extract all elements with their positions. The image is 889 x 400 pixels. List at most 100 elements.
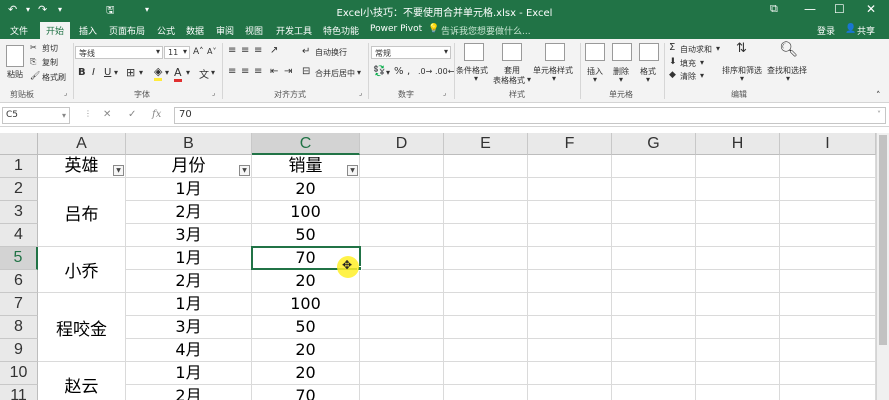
decrease-indent-icon[interactable]: ⇤ [270,66,278,77]
insert-cells-icon[interactable] [585,43,605,61]
cell-sales[interactable]: 20 [252,178,360,201]
empty-cell[interactable] [360,362,444,385]
chevron-down-icon[interactable]: ▾ [165,68,169,77]
merge-center-button[interactable]: 合并后居中 [315,68,355,79]
align-right-icon[interactable]: ≡ [254,66,262,77]
tab-special[interactable]: 特色功能 [323,24,359,37]
empty-cell[interactable] [612,201,696,224]
chevron-down-icon[interactable]: ▾ [552,74,556,83]
chevron-down-icon[interactable]: ▾ [527,75,531,84]
row-header[interactable]: 5 [0,247,38,270]
empty-cell[interactable] [444,270,528,293]
tab-formulas[interactable]: 公式 [157,24,175,37]
column-header-g[interactable]: G [612,133,696,155]
row-header[interactable]: 2 [0,178,38,201]
cell-month[interactable]: 3月 [126,316,252,339]
paste-button[interactable]: 粘贴 [7,69,23,80]
chevron-down-icon[interactable]: ▾ [114,68,118,77]
empty-cell[interactable] [360,339,444,362]
column-header-c[interactable]: C [252,133,360,155]
empty-cell[interactable] [780,224,876,247]
empty-cell[interactable] [444,316,528,339]
column-header-a[interactable]: A [38,133,126,155]
fill-color-icon[interactable]: ◈ [154,65,163,81]
empty-cell[interactable] [612,270,696,293]
empty-cell[interactable] [444,178,528,201]
empty-cell[interactable] [780,270,876,293]
empty-cell[interactable] [696,201,780,224]
empty-cell[interactable] [696,293,780,316]
empty-cell[interactable] [528,201,612,224]
italic-button[interactable]: I [92,67,95,78]
number-launcher-icon[interactable]: ⌟ [443,89,446,97]
empty-cell[interactable] [360,224,444,247]
chevron-down-icon[interactable]: ▾ [357,68,361,77]
expand-formula-icon[interactable]: ˅ [877,110,881,119]
empty-cell[interactable] [612,155,696,178]
tab-home[interactable]: 开始 [40,22,71,39]
chevron-down-icon[interactable]: ▾ [700,58,704,67]
cell-sales[interactable]: 100 [252,201,360,224]
column-header-i[interactable]: I [780,133,876,155]
clear-button[interactable]: 清除 [680,71,696,82]
vertical-scrollbar[interactable] [876,133,889,400]
chevron-down-icon[interactable]: ▾ [186,68,190,77]
empty-cell[interactable] [612,293,696,316]
empty-cell[interactable] [528,155,612,178]
worksheet-grid[interactable]: A B C D E F G H I 1 2 3 4 5 6 7 8 9 10 11 1月 20 2月 10… [0,133,889,400]
decrease-decimal-icon[interactable]: .00← [435,67,454,76]
increase-font-icon[interactable]: A˄ [193,47,204,57]
scrollbar-thumb[interactable] [879,135,887,345]
empty-cell[interactable] [696,385,780,400]
align-top-icon[interactable]: ≡ [228,45,236,56]
empty-cell[interactable] [612,385,696,400]
find-search-icon[interactable]: 🔍︎ [779,40,798,58]
increase-decimal-icon[interactable]: .0→ [418,67,432,76]
sort-filter-icon[interactable]: ⇅ [736,41,747,56]
align-bottom-icon[interactable]: ≡ [254,45,262,56]
empty-cell[interactable] [696,224,780,247]
tell-me-box[interactable]: 告诉我您想要做什么... [441,24,531,37]
increase-indent-icon[interactable]: ⇥ [284,66,292,77]
maximize-icon[interactable]: ☐ [834,2,845,16]
alignment-launcher-icon[interactable]: ⌟ [359,89,362,97]
row-header[interactable]: 8 [0,316,38,339]
cell-month[interactable]: 2月 [126,270,252,293]
row-header[interactable]: 1 [0,155,38,178]
empty-cell[interactable] [612,339,696,362]
row-header[interactable]: 3 [0,201,38,224]
sigma-icon[interactable]: Σ [669,42,675,53]
cell-sales[interactable]: 50 [252,224,360,247]
delete-cells-icon[interactable] [612,43,632,61]
wrap-text-icon[interactable]: ↵ [302,46,310,57]
empty-cell[interactable] [444,247,528,270]
eraser-icon[interactable]: ◆ [669,70,676,80]
chevron-down-icon[interactable]: ▾ [700,71,704,80]
cell-sales[interactable]: 70 [252,385,360,400]
align-center-icon[interactable]: ≡ [241,66,249,77]
empty-cell[interactable] [696,339,780,362]
cancel-icon[interactable]: ✕ [103,109,111,120]
column-header-f[interactable]: F [528,133,612,155]
empty-cell[interactable] [528,293,612,316]
empty-cell[interactable] [696,362,780,385]
empty-cell[interactable] [360,155,444,178]
filter-dropdown-icon[interactable]: ▼ [113,165,124,176]
cell-month[interactable]: 1月 [126,247,252,270]
row-header[interactable]: 9 [0,339,38,362]
chevron-down-icon[interactable]: ▾ [211,68,215,77]
fill-down-icon[interactable]: ⬇ [669,57,677,67]
empty-cell[interactable] [360,385,444,400]
brush-icon[interactable]: 🖌 [30,71,40,80]
close-icon[interactable]: ✕ [866,2,876,16]
empty-cell[interactable] [528,385,612,400]
empty-cell[interactable] [780,201,876,224]
chevron-down-icon[interactable]: ▾ [786,74,790,83]
decrease-font-icon[interactable]: A˅ [207,47,216,56]
cell-month[interactable]: 2月 [126,201,252,224]
column-header-b[interactable]: B [126,133,252,155]
empty-cell[interactable] [528,316,612,339]
empty-cell[interactable] [444,201,528,224]
empty-cell[interactable] [444,339,528,362]
empty-cell[interactable] [780,362,876,385]
